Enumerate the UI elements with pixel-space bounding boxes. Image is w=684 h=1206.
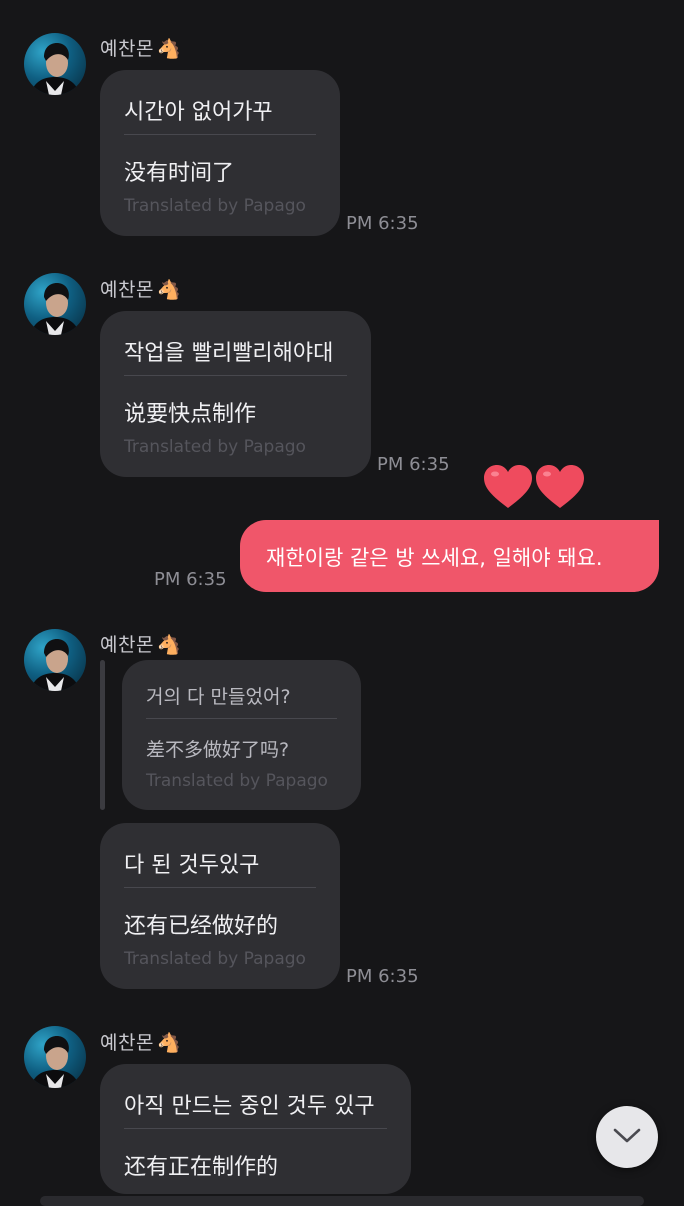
reply-quoted-message[interactable]: 거의 다 만들었어? 差不多做好了吗? Translated by Papago <box>122 660 361 810</box>
message-bubble[interactable]: 시간아 없어가꾸 没有时间了 Translated by Papago <box>100 70 340 236</box>
translation-divider <box>124 1128 387 1129</box>
heart-reaction-icon[interactable] <box>482 462 586 512</box>
chevron-down-icon <box>613 1128 641 1143</box>
quoted-translated-by-label: Translated by Papago <box>146 771 328 791</box>
message-time: PM 6:35 <box>346 213 419 234</box>
message-time: PM 6:35 <box>377 454 450 475</box>
sender-name: 예찬몬 🐴 <box>100 630 181 657</box>
translated-text: 没有时间了 <box>124 161 235 186</box>
original-text: 시간아 없어가꾸 <box>124 100 273 125</box>
reply-quote-bar <box>100 660 105 810</box>
sender-avatar[interactable] <box>24 273 86 335</box>
translated-text: 还有已经做好的 <box>124 914 279 939</box>
sender-name: 예찬몬 🐴 <box>100 275 181 302</box>
message-bubble[interactable]: 아직 만드는 중인 것두 있구 还有正在制作的 <box>100 1064 411 1194</box>
translation-divider <box>124 887 316 888</box>
translated-by-label: Translated by Papago <box>124 196 306 216</box>
quoted-divider <box>146 718 337 719</box>
horse-emoji-icon: 🐴 <box>156 279 182 301</box>
my-message-bubble[interactable]: 재한이랑 같은 방 쓰세요, 일해야 돼요. <box>240 520 659 592</box>
translated-text: 说要快点制作 <box>124 402 257 427</box>
sender-avatar[interactable] <box>24 629 86 691</box>
translated-by-label: Translated by Papago <box>124 437 306 457</box>
message-time: PM 6:35 <box>346 966 419 987</box>
message-bubble[interactable]: 다 된 것두있구 还有已经做好的 Translated by Papago <box>100 823 340 989</box>
quoted-translated-text: 差不多做好了吗? <box>146 739 290 761</box>
translation-divider <box>124 375 347 376</box>
horse-emoji-icon: 🐴 <box>156 1032 182 1054</box>
sender-avatar[interactable] <box>24 1026 86 1088</box>
translated-text: 还有正在制作的 <box>124 1155 279 1180</box>
message-bubble[interactable]: 작업을 빨리빨리해야대 说要快点制作 Translated by Papago <box>100 311 371 477</box>
sender-avatar[interactable] <box>24 33 86 95</box>
quoted-original-text: 거의 다 만들었어? <box>146 686 291 708</box>
translated-by-label: Translated by Papago <box>124 949 306 969</box>
sender-name: 예찬몬 🐴 <box>100 34 181 61</box>
my-message-text: 재한이랑 같은 방 쓰세요, 일해야 돼요. <box>266 546 603 570</box>
original-text: 다 된 것두있구 <box>124 853 260 878</box>
original-text: 아직 만드는 중인 것두 있구 <box>124 1094 375 1119</box>
sender-name-text: 예찬몬 <box>100 1032 154 1054</box>
sender-name-text: 예찬몬 <box>100 38 154 60</box>
message-time: PM 6:35 <box>154 569 227 590</box>
sender-name-text: 예찬몬 <box>100 634 154 656</box>
sender-name: 예찬몬 🐴 <box>100 1028 181 1055</box>
original-text: 작업을 빨리빨리해야대 <box>124 341 334 366</box>
input-bar-edge <box>40 1196 644 1206</box>
sender-name-text: 예찬몬 <box>100 279 154 301</box>
horse-emoji-icon: 🐴 <box>156 634 182 656</box>
scroll-to-bottom-button[interactable] <box>596 1106 658 1168</box>
horse-emoji-icon: 🐴 <box>156 38 182 60</box>
translation-divider <box>124 134 316 135</box>
